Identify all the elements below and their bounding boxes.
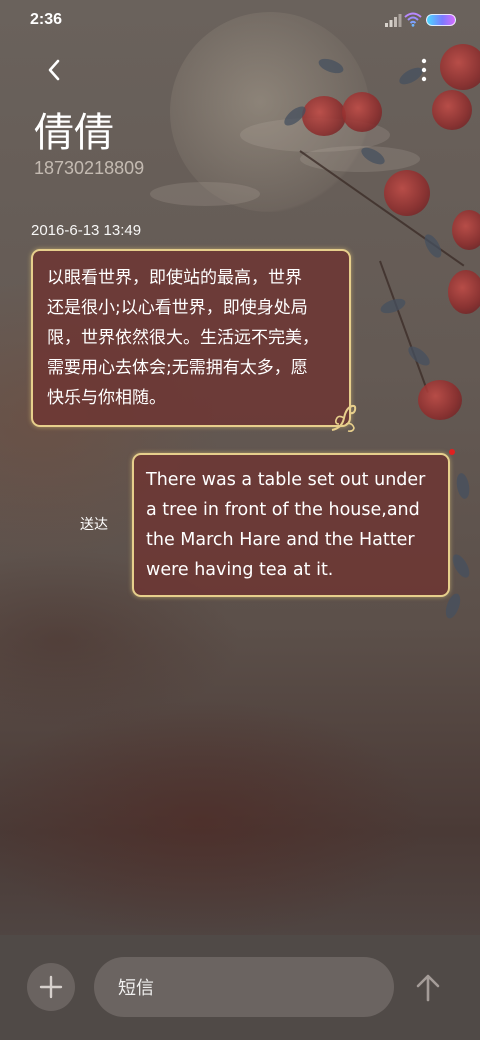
message-line: the March Hare and the Hatter [146, 530, 415, 550]
rose-decoration [342, 92, 382, 132]
message-line: 快乐与你相随。 [47, 388, 166, 408]
wifi-icon [404, 12, 422, 27]
message-input-placeholder: 短信 [118, 978, 154, 999]
leaf-decoration [421, 231, 445, 261]
cloud-decoration [300, 146, 420, 172]
message-timestamp: 2016-6-13 13:49 [31, 222, 142, 239]
send-arrow-icon [416, 974, 440, 1002]
rose-decoration [418, 380, 462, 420]
message-line: were having tea at it. [146, 560, 334, 580]
message-line: 以眼看世界，即使站的最高，世界 [47, 268, 302, 288]
message-input[interactable]: 短信 [94, 957, 394, 1017]
flourish-ornament-icon [331, 404, 357, 432]
message-line: There was a table set out under [146, 470, 426, 490]
more-options-button[interactable] [408, 52, 440, 88]
message-line: 还是很小;以心看世界，即使身处局 [47, 298, 308, 318]
delivery-status: 送达 [80, 517, 108, 533]
rose-decoration [440, 44, 480, 90]
message-line: 限，世界依然很大。生活远不完美， [47, 328, 319, 348]
signal-icon [385, 14, 402, 27]
back-button[interactable] [36, 52, 72, 88]
battery-icon [426, 14, 456, 26]
rose-decoration [452, 210, 480, 250]
leaf-decoration [378, 295, 408, 317]
contact-number[interactable]: 18730218809 [34, 158, 144, 179]
branch-decoration [379, 260, 429, 393]
rose-decoration [302, 96, 346, 136]
back-arrow-icon [48, 59, 60, 81]
send-button[interactable] [408, 968, 448, 1008]
rose-decoration [448, 270, 480, 314]
status-bar: 2:36 [0, 0, 480, 42]
unread-dot [449, 449, 455, 455]
plus-icon [39, 975, 63, 999]
outgoing-message-bubble[interactable]: There was a table set out under a tree i… [132, 453, 450, 597]
message-line: a tree in front of the house,and [146, 500, 420, 520]
rose-decoration [432, 90, 472, 130]
rose-decoration [384, 170, 430, 216]
leaf-decoration [454, 472, 472, 500]
add-attachment-button[interactable] [27, 963, 75, 1011]
message-line: 需要用心去体会;无需拥有太多，愿 [47, 358, 308, 378]
leaf-decoration [442, 591, 464, 621]
more-vertical-icon [421, 58, 427, 82]
incoming-message-bubble[interactable]: 以眼看世界，即使站的最高，世界 还是很小;以心看世界，即使身处局 限，世界依然很… [31, 249, 351, 427]
status-time: 2:36 [30, 11, 63, 28]
contact-name: 倩倩 [34, 110, 114, 156]
cloud-decoration [150, 182, 260, 206]
leaf-decoration [449, 551, 473, 581]
